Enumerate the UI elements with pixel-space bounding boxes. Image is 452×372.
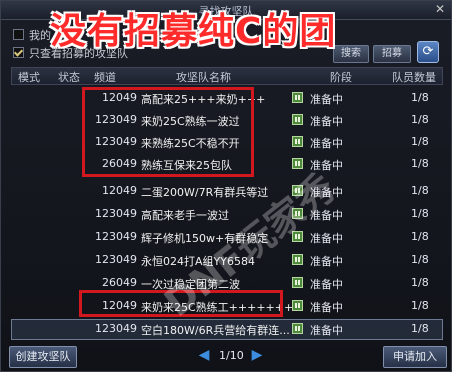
- highlight-box: [82, 87, 254, 177]
- refresh-icon[interactable]: ⟳: [417, 41, 439, 63]
- row-count: 1/8: [411, 91, 429, 104]
- option-mine[interactable]: 我的: [13, 27, 51, 43]
- row-count: 1/8: [411, 157, 429, 170]
- col-channel: 频道: [94, 71, 116, 84]
- row-channel: 123049: [95, 230, 137, 243]
- row-channel: 123049: [95, 253, 137, 266]
- row-channel: 12049: [102, 184, 137, 197]
- col-status: 状态: [58, 71, 80, 84]
- prev-page-icon[interactable]: ◀: [197, 348, 211, 362]
- row-count: 1/8: [411, 135, 429, 148]
- row-count: 1/8: [411, 230, 429, 243]
- next-page-icon[interactable]: ▶: [250, 348, 264, 362]
- option-mine-label: 我的: [29, 29, 51, 42]
- row-phase: 准备中: [310, 301, 343, 314]
- overlay-caption: 没有招募纯C的团: [50, 11, 337, 52]
- recruit-only-checkbox[interactable]: [13, 47, 24, 58]
- row-name: 高配来老手一波过: [141, 209, 229, 222]
- pause-status-icon: [292, 136, 303, 147]
- row-phase: 准备中: [310, 115, 343, 128]
- col-name: 攻坚队名称: [176, 71, 231, 84]
- row-count: 1/8: [411, 253, 429, 266]
- close-icon[interactable]: ✕: [433, 3, 447, 16]
- row-phase: 准备中: [310, 324, 343, 337]
- table-row[interactable]: 12049 二蛋200W/7R有群兵等过 准备中 1/8: [11, 181, 443, 202]
- col-mode: 模式: [18, 71, 40, 84]
- row-phase: 准备中: [310, 278, 343, 291]
- row-count: 1/8: [411, 184, 429, 197]
- row-count: 1/8: [411, 322, 429, 335]
- create-party-button[interactable]: 创建攻坚队: [9, 346, 77, 368]
- row-phase: 准备中: [310, 93, 343, 106]
- pause-status-icon: [292, 254, 303, 265]
- pause-status-icon: [292, 300, 303, 311]
- party-finder-window: 寻找攻坚队 ✕ 我的 只查看招募的攻坚队 搜索 招募 ⟳ 模式 状态 频道 攻坚…: [0, 0, 452, 372]
- row-count: 1/8: [411, 113, 429, 126]
- pause-status-icon: [292, 92, 303, 103]
- apply-join-button[interactable]: 申请加入: [383, 346, 447, 368]
- table-row[interactable]: 123049 高配来老手一波过 准备中 1/8: [11, 204, 443, 225]
- table-header: 模式 状态 频道 攻坚队名称 阶段 队员数量: [11, 67, 443, 85]
- row-channel: 123049: [95, 322, 137, 335]
- row-phase: 准备中: [310, 255, 343, 268]
- row-count: 1/8: [411, 207, 429, 220]
- page-indicator: 1/10: [219, 349, 244, 362]
- row-count: 1/8: [411, 299, 429, 312]
- table-row[interactable]: 123049 空白180W/6R兵营给有群连... 准备中 1/8: [11, 319, 443, 340]
- mine-checkbox[interactable]: [13, 29, 24, 40]
- search-button[interactable]: 搜索: [333, 45, 369, 63]
- col-count: 队员数量: [392, 71, 436, 84]
- col-phase: 阶段: [330, 71, 352, 84]
- row-count: 1/8: [411, 276, 429, 289]
- recruit-button[interactable]: 招募: [373, 45, 411, 63]
- row-name: 二蛋200W/7R有群兵等过: [141, 186, 269, 199]
- row-channel: 123049: [95, 207, 137, 220]
- pause-status-icon: [292, 323, 303, 334]
- row-name: 空白180W/6R兵营给有群连...: [141, 324, 290, 337]
- pause-status-icon: [292, 114, 303, 125]
- row-channel: 26049: [102, 276, 137, 289]
- pause-status-icon: [292, 277, 303, 288]
- row-phase: 准备中: [310, 137, 343, 150]
- row-phase: 准备中: [310, 232, 343, 245]
